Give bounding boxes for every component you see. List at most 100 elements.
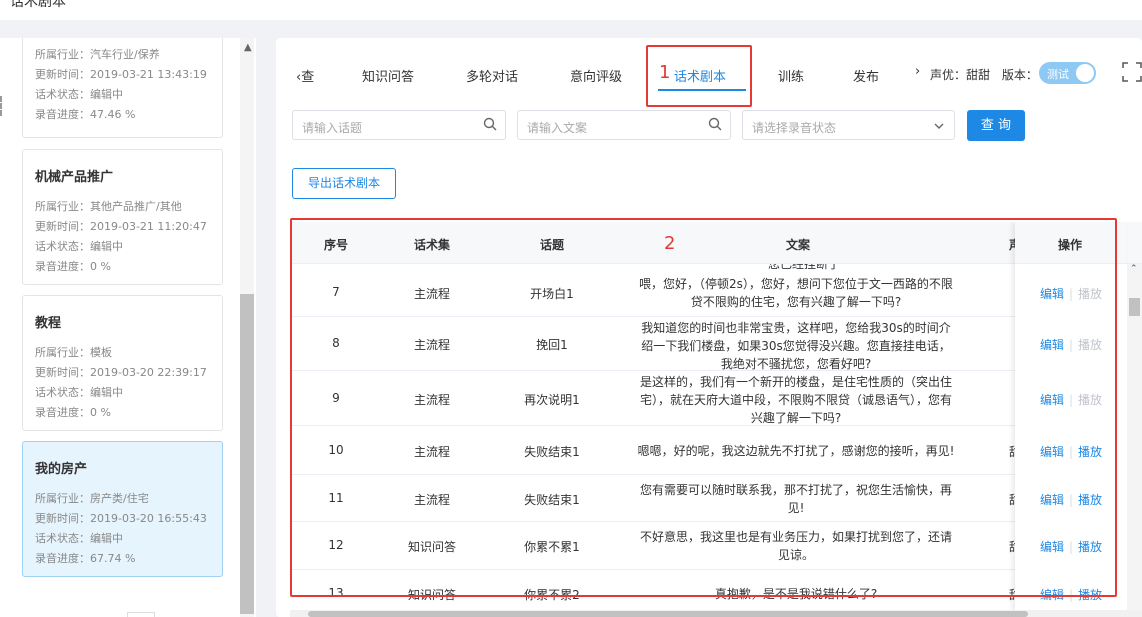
fullscreen-icon[interactable] — [1122, 62, 1142, 82]
play-link[interactable]: 播放 — [1078, 445, 1102, 459]
page-title: 话术剧本 — [10, 0, 66, 10]
tab-publish[interactable]: 发布 — [853, 66, 879, 85]
edit-link[interactable]: 编辑 — [1040, 445, 1064, 459]
cell-set: 知识问答 — [407, 588, 456, 602]
play-link[interactable]: 播放 — [1078, 493, 1102, 507]
cell-text: 真抱歉，是不是我说错什么了? — [714, 587, 878, 601]
card-progress: 录音进度：0 % — [35, 406, 111, 419]
annotation-2: 2 — [664, 233, 676, 254]
query-button[interactable]: 查 询 — [967, 110, 1025, 141]
left-scrollbar[interactable] — [240, 38, 254, 617]
chevron-down-icon — [934, 123, 944, 129]
collapse-arrow-icon[interactable]: ▲ — [244, 42, 252, 53]
card-status: 话术状态：编辑中 — [35, 88, 123, 101]
drag-handle[interactable] — [0, 96, 3, 116]
cell-index: 7 — [332, 285, 340, 299]
cell-text: 不好意思，我这里也是有业务压力，如果打扰到您了，还请见谅。 — [639, 530, 952, 562]
play-link[interactable]: 播放 — [1078, 393, 1102, 407]
cell-index: 13 — [328, 586, 344, 600]
edit-link[interactable]: 编辑 — [1040, 393, 1064, 407]
card-progress: 录音进度：67.74 % — [35, 552, 136, 565]
cell-index: 9 — [332, 391, 340, 405]
cell-set: 主流程 — [413, 445, 450, 459]
edit-link[interactable]: 编辑 — [1040, 588, 1064, 602]
cell-set: 主流程 — [413, 393, 450, 407]
card-status: 话术状态：编辑中 — [35, 386, 123, 399]
record-status-select[interactable]: 请选择录音状态 — [742, 110, 955, 140]
card-progress: 录音进度：47.46 % — [35, 108, 136, 121]
cell-topic: 挽回1 — [536, 338, 568, 352]
card-industry: 所属行业：模板 — [35, 346, 112, 359]
operations-column: 操作 编辑 | 播放 编辑 | 播放 编辑 | 播放 编辑 | 播放 编辑 | 播放 编辑 | 播放 编辑 | 播放 — [1015, 222, 1127, 617]
row-actions: 编辑 | 播放 — [1039, 588, 1103, 602]
card-title: 我的房产 — [35, 462, 88, 477]
row-actions: 编辑 | 播放 — [1039, 393, 1103, 407]
cell-index: 11 — [328, 491, 344, 505]
row-actions: 编辑 | 播放 — [1039, 493, 1103, 507]
script-editor-panel: ‹查 知识问答 多轮对话 意向评级 话术剧本 训练 发布 › 1 声优：甜甜 版… — [276, 38, 1142, 617]
col-set: 话术集 — [414, 238, 451, 252]
tab-training[interactable]: 训练 — [778, 66, 804, 85]
card-updated: 更新时间：2019-03-21 11:20:47 — [35, 220, 207, 233]
tab-multi-turn[interactable]: 多轮对话 — [466, 66, 518, 85]
edit-link[interactable]: 编辑 — [1040, 338, 1064, 352]
voice-label: 声优：甜甜 版本： — [930, 68, 1038, 82]
script-list-panel: 所属行业：汽车行业/保养 更新时间：2019-03-21 13:43:19 话术… — [0, 38, 256, 617]
row-actions: 编辑 | 播放 — [1039, 287, 1103, 301]
row-actions: 编辑 | 播放 — [1039, 540, 1103, 554]
col-topic: 话题 — [540, 238, 565, 252]
card-updated: 更新时间：2019-03-20 16:55:43 — [35, 512, 207, 525]
pagination-stub[interactable] — [127, 612, 155, 617]
table-vertical-scrollbar[interactable]: ⌃ ⌄ — [1127, 264, 1142, 617]
cell-index: 12 — [328, 538, 344, 552]
card-updated: 更新时间：2019-03-21 13:43:19 — [35, 68, 207, 81]
script-card[interactable]: 所属行业：汽车行业/保养 更新时间：2019-03-21 13:43:19 话术… — [22, 38, 223, 138]
cell-topic: 你累不累2 — [524, 588, 580, 602]
cell-text: 您有需要可以随时联系我，那不打扰了，祝您生活愉快，再见! — [639, 483, 952, 515]
card-progress: 录音进度：0 % — [35, 260, 111, 273]
card-industry: 所属行业：其他产品推广/其他 — [35, 200, 182, 213]
row-actions: 编辑 | 播放 — [1039, 445, 1103, 459]
script-card[interactable]: 机械产品推广 所属行业：其他产品推广/其他 更新时间：2019-03-21 11… — [22, 149, 223, 285]
play-link[interactable]: 播放 — [1078, 338, 1102, 352]
cell-set: 知识问答 — [407, 540, 456, 554]
export-script-button[interactable]: 导出话术剧本 — [292, 168, 396, 199]
tab-knowledge-qa[interactable]: 知识问答 — [362, 66, 414, 85]
card-status: 话术状态：编辑中 — [35, 240, 123, 253]
script-card-selected[interactable]: 我的房产 所属行业：房产类/住宅 更新时间：2019-03-20 16:55:4… — [22, 441, 223, 577]
scroll-up-icon[interactable]: ⌃ — [1130, 264, 1138, 274]
cell-text: 嗯嗯，好的呢，我这边就先不打扰了，感谢您的接听，再见! — [637, 444, 955, 458]
edit-link[interactable]: 编辑 — [1040, 493, 1064, 507]
cell-topic: 开场白1 — [530, 287, 574, 301]
cell-text: 我知道您的时间也非常宝贵，这样吧，您给我30s的时间介绍一下我们楼盘，如果30s… — [641, 321, 951, 371]
text-search-input[interactable]: 请输入文案 — [517, 110, 731, 140]
cell-index: 10 — [328, 443, 344, 457]
tab-scroll-right[interactable]: › — [915, 64, 920, 79]
card-title: 教程 — [35, 316, 62, 331]
card-updated: 更新时间：2019-03-20 22:39:17 — [35, 366, 207, 379]
card-status: 话术状态：编辑中 — [35, 532, 123, 545]
play-link[interactable]: 播放 — [1078, 588, 1102, 602]
play-link[interactable]: 播放 — [1078, 287, 1102, 301]
edit-link[interactable]: 编辑 — [1040, 287, 1064, 301]
topic-search-input[interactable]: 请输入话题 — [292, 110, 506, 140]
cell-topic: 你累不累1 — [524, 540, 580, 554]
search-icon — [483, 117, 497, 131]
cell-topic: 再次说明1 — [524, 393, 580, 407]
script-table: 序号 话术集 话题 文案 声 您已经挂断了 7主流程开场白1喂，您好，（停顿2s… — [290, 222, 1142, 617]
cell-topic: 失败结束1 — [524, 445, 580, 459]
script-card[interactable]: 教程 所属行业：模板 更新时间：2019-03-20 22:39:17 话术状态… — [22, 295, 223, 431]
edit-link[interactable]: 编辑 — [1040, 540, 1064, 554]
tab-scroll-left[interactable]: ‹查 — [296, 66, 314, 85]
table-horizontal-scrollbar[interactable] — [290, 610, 1142, 617]
version-toggle[interactable]: 测试 — [1039, 62, 1096, 84]
col-text: 文案 — [786, 238, 811, 252]
cell-set: 主流程 — [413, 287, 450, 301]
play-link[interactable]: 播放 — [1078, 540, 1102, 554]
cell-topic: 失败结束1 — [524, 493, 580, 507]
search-icon — [708, 117, 722, 131]
col-ops: 操作 — [1058, 238, 1083, 252]
cell-text: 喂，您好，（停顿2s），您好，想问下您位于文一西路的不限贷不限购的住宅，您有兴趣… — [639, 277, 953, 309]
tab-intent-rating[interactable]: 意向评级 — [570, 66, 622, 85]
card-industry: 所属行业：汽车行业/保养 — [35, 48, 160, 61]
